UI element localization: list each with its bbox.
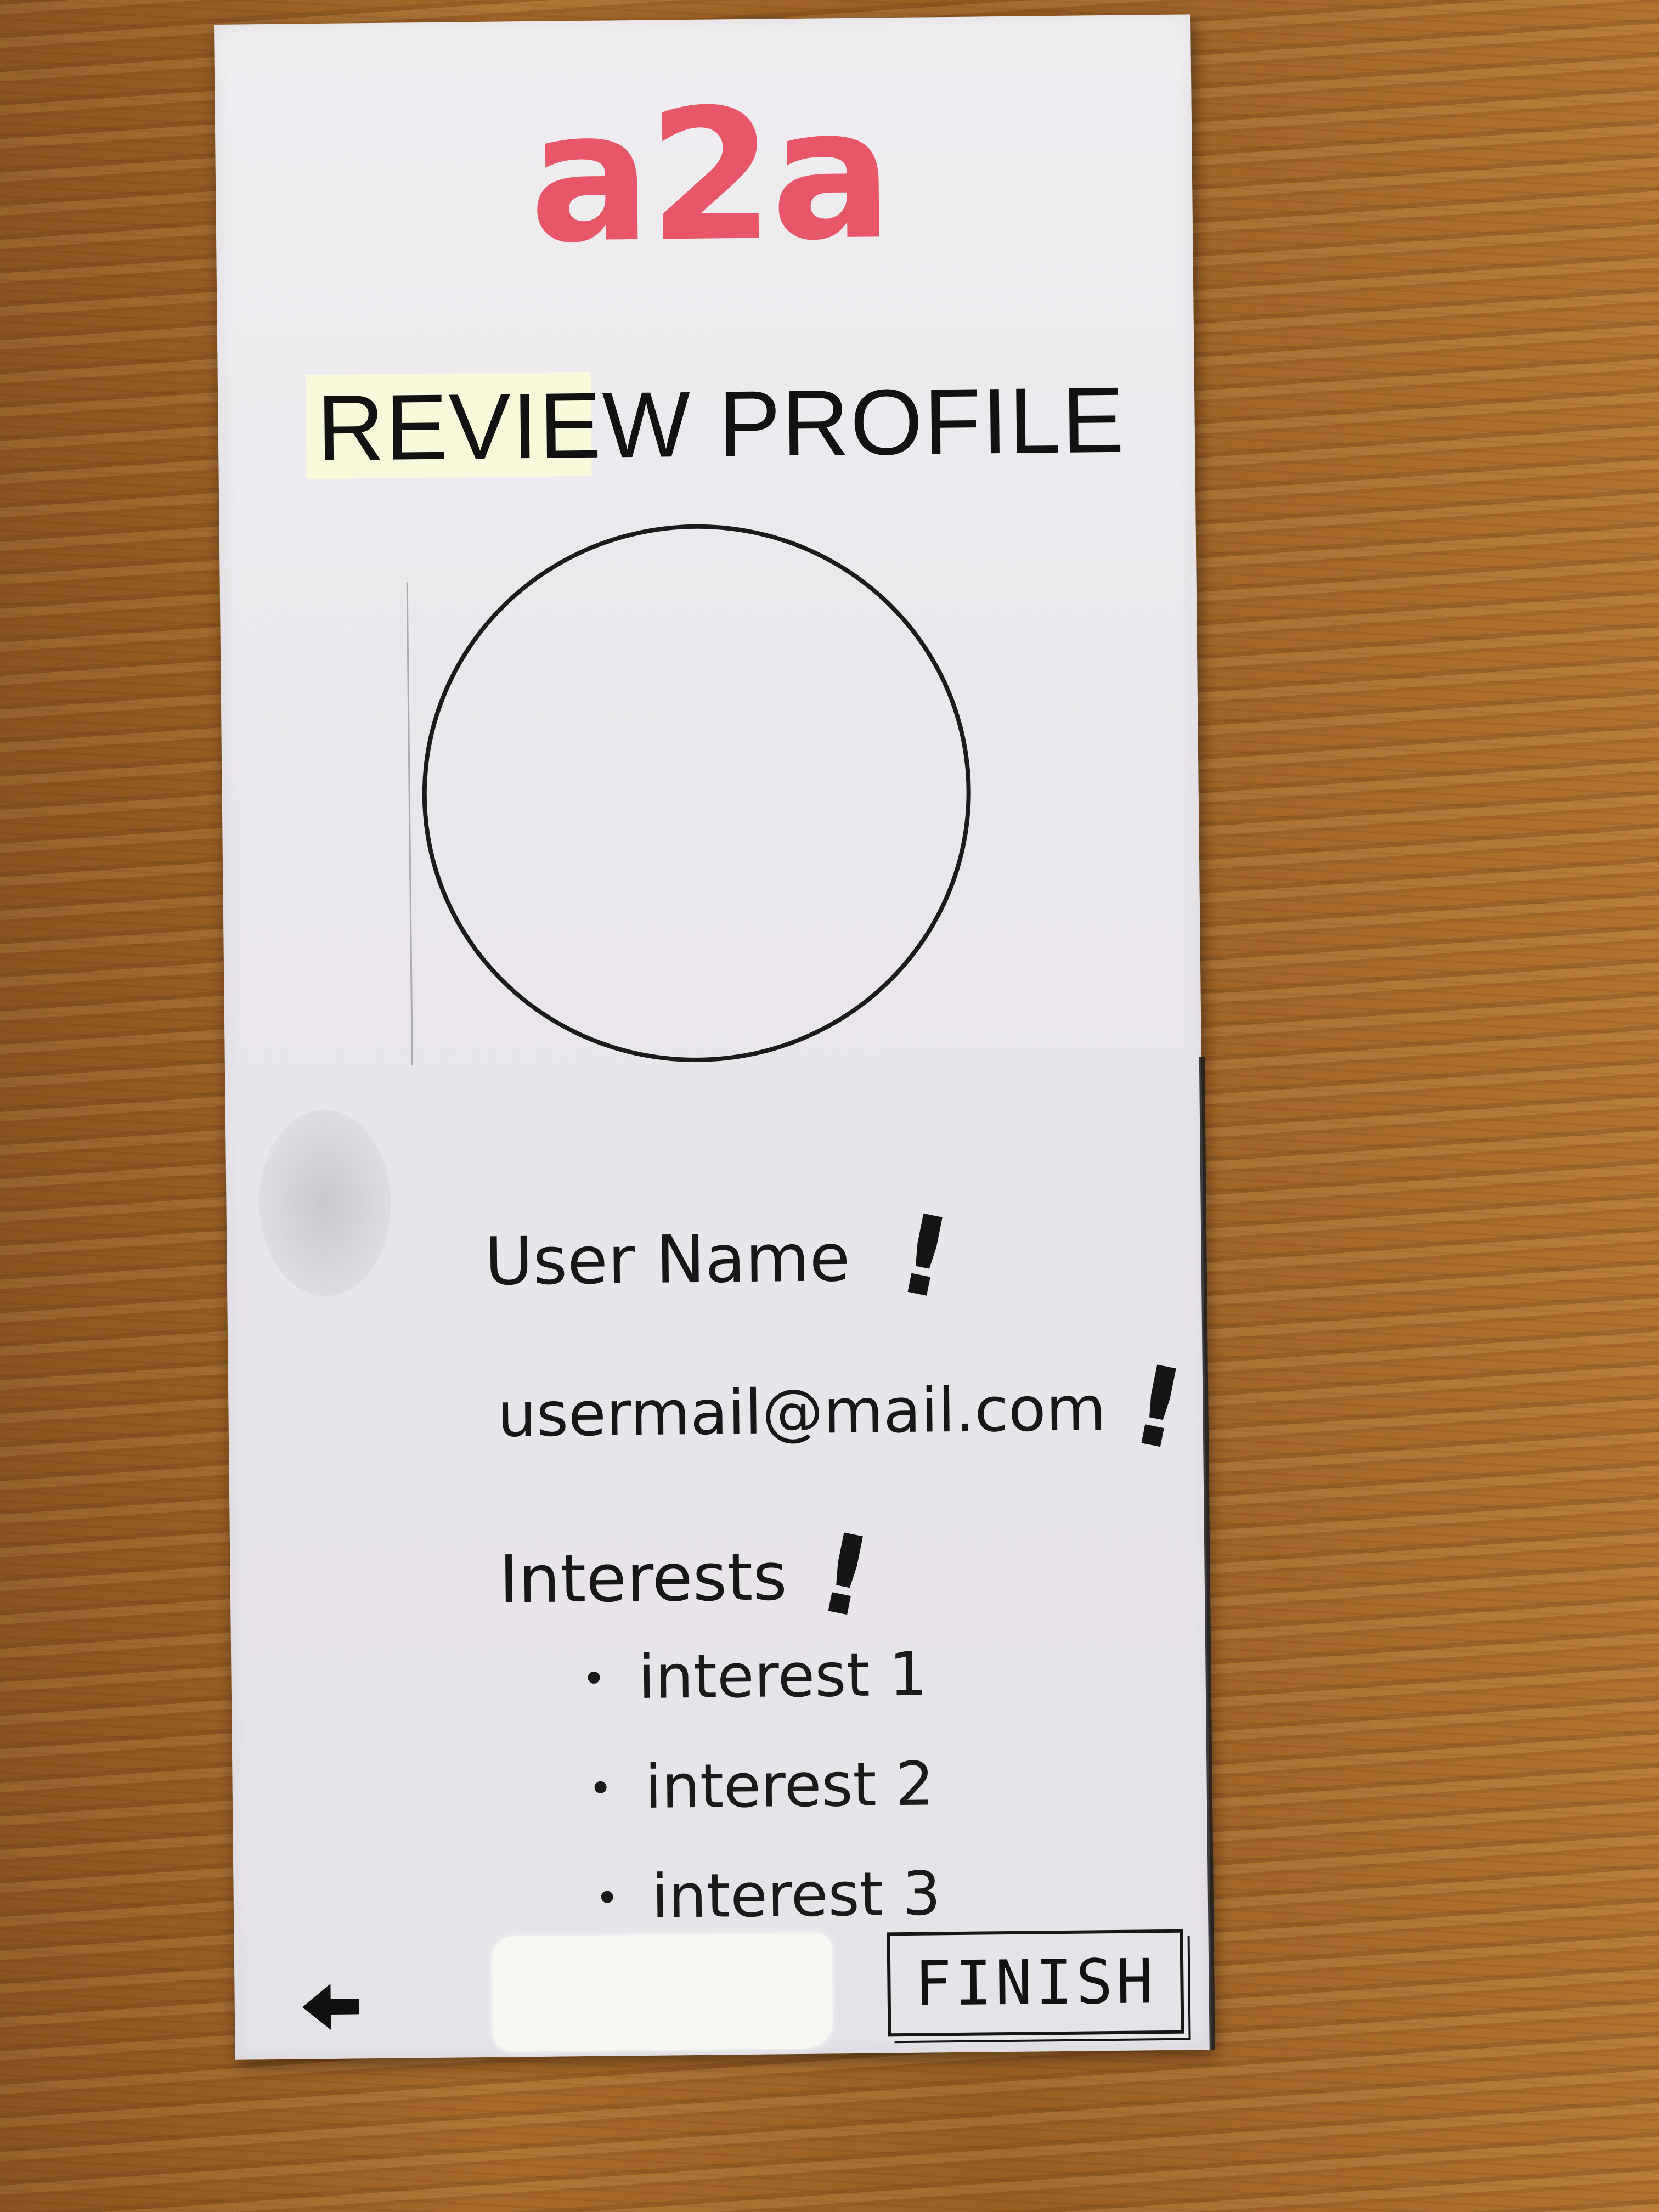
exclamation-icon: ! <box>1121 1340 1196 1476</box>
exclamation-icon: ! <box>808 1508 883 1644</box>
finish-button[interactable]: FINISH <box>887 1929 1184 2037</box>
interests-row[interactable]: Interests ! <box>498 1508 882 1643</box>
smudge <box>258 1109 392 1297</box>
paper-edge <box>1199 1057 1215 2050</box>
correction-tape <box>492 1933 833 2052</box>
user-name: User Name <box>484 1220 851 1300</box>
user-email: usermail@mail.com <box>496 1373 1107 1451</box>
bullet-icon <box>588 1671 600 1684</box>
bullet-icon <box>594 1781 607 1793</box>
interest-list: interest 1 interest 2 interest 3 <box>588 1619 941 1952</box>
back-arrow-icon <box>302 1983 359 2030</box>
page-header: REVIEW PROFILE <box>305 356 1129 496</box>
avatar-guide-line <box>406 582 413 1065</box>
list-item: interest 1 <box>588 1619 939 1733</box>
list-item: interest 2 <box>594 1729 940 1842</box>
user-name-row[interactable]: User Name ! <box>484 1189 962 1324</box>
interest-text: interest 2 <box>645 1748 935 1822</box>
interest-text: interest 1 <box>637 1639 928 1713</box>
bullet-icon <box>601 1891 613 1903</box>
app-logo: a2a <box>528 69 891 283</box>
interest-text: interest 3 <box>651 1858 941 1932</box>
avatar[interactable] <box>402 503 992 1084</box>
back-button[interactable] <box>295 1976 366 2037</box>
exclamation-icon: ! <box>887 1189 962 1325</box>
interests-label: Interests <box>498 1538 788 1618</box>
page-title: REVIEW PROFILE <box>316 368 1126 481</box>
paper-screen: a2a REVIEW PROFILE User Name ! usermail@… <box>214 14 1215 2060</box>
email-row[interactable]: usermail@mail.com ! <box>496 1340 1195 1475</box>
